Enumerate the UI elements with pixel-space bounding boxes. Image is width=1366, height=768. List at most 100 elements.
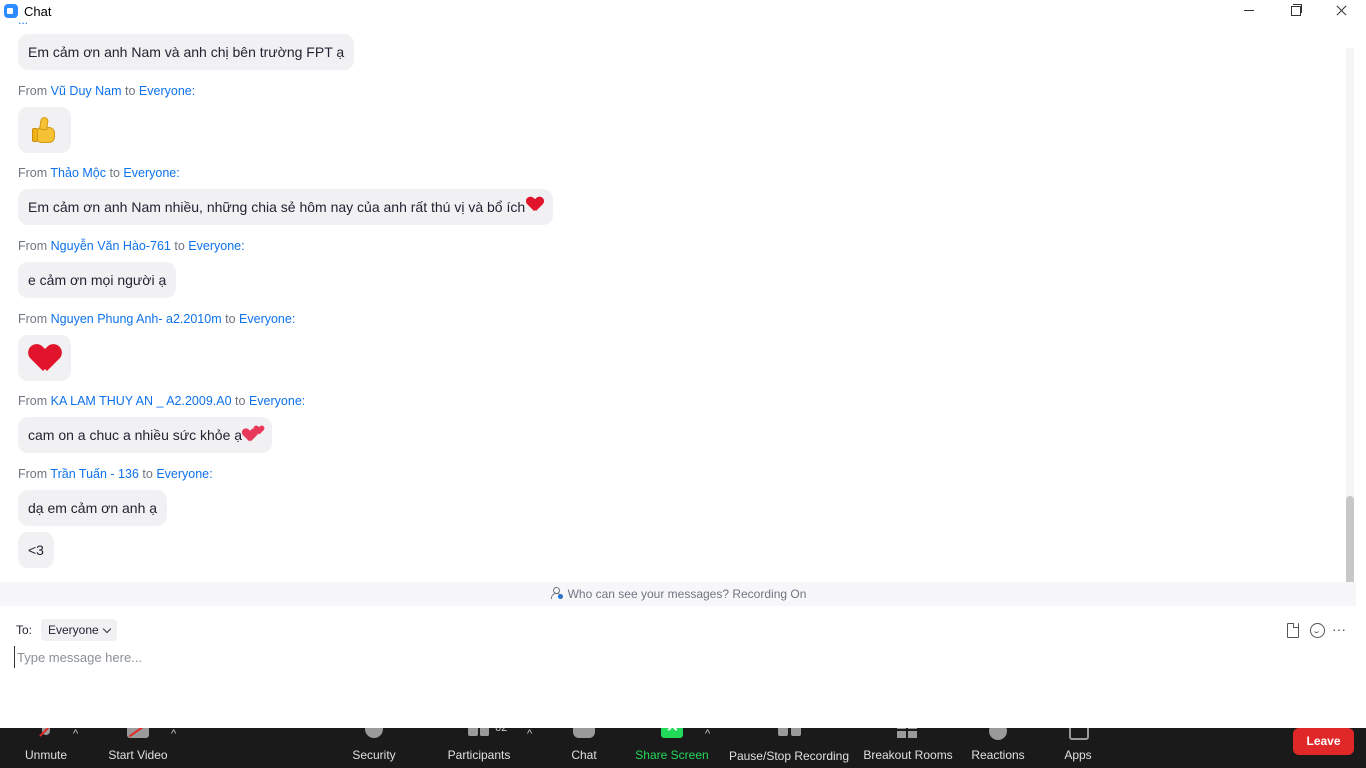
to-label: to (174, 239, 185, 253)
sender-name[interactable]: Nguyễn Văn Hào-761 (51, 239, 171, 253)
muted-mic-icon (35, 728, 57, 738)
audio-options-caret-icon[interactable]: ^ (73, 728, 78, 740)
start-video-label: Start Video (108, 748, 168, 762)
message-visibility-notice[interactable]: Who can see your messages? Recording On (0, 582, 1356, 606)
from-label: From (18, 394, 48, 408)
message-sender-line: From Nguyen Phung Anh- a2.2010m to Every… (18, 312, 295, 326)
leave-button[interactable]: Leave (1293, 728, 1354, 755)
red-heart-icon (30, 345, 60, 371)
thumbs-up-icon (31, 116, 59, 144)
chat-message-list[interactable]: ... Em cảm ơn anh Nam và anh chị bên trư… (0, 22, 1356, 582)
notice-text: Who can see your messages? Recording On (567, 587, 807, 601)
message-bubble[interactable]: Em cảm ơn anh Nam nhiều, những chia sẻ h… (18, 188, 554, 225)
to-label: To: (16, 623, 33, 637)
share-options-caret-icon[interactable]: ^ (705, 728, 710, 740)
message-sender-line: From Thảo Mộc to Everyone: (18, 166, 180, 180)
apps-button[interactable]: Apps (1056, 728, 1100, 768)
participants-options-caret-icon[interactable]: ^ (527, 728, 532, 740)
pause-recording-icon (778, 728, 801, 738)
to-label: to (142, 467, 153, 481)
unmute-label: Unmute (24, 748, 68, 762)
sender-name[interactable]: Vũ Duy Nam (51, 84, 122, 98)
to-label: to (225, 312, 236, 326)
message-text: cam on a chuc a nhiều sức khỏe ạ (28, 427, 243, 443)
message-text: Em cảm ơn anh Nam nhiều, những chia sẻ h… (28, 199, 526, 215)
share-screen-icon (661, 728, 683, 738)
chat-bubble-icon (573, 728, 595, 738)
title-bar: Chat (0, 0, 1366, 22)
breakout-rooms-icon (897, 728, 919, 738)
security-label: Security (352, 748, 396, 762)
message-sender-line: From KA LAM THUY AN _ A2.2009.A0 to Ever… (18, 394, 305, 408)
message-bubble[interactable]: e cảm ơn mọi người ạ (18, 262, 177, 298)
two-hearts-icon (242, 424, 262, 442)
sender-name[interactable]: Nguyen Phung Anh- a2.2010m (51, 312, 222, 326)
recipient-name: Everyone: (138, 84, 196, 98)
recipient-name: Everyone: (156, 467, 213, 481)
from-label: From (18, 239, 48, 253)
sender-name[interactable]: KA LAM THUY AN _ A2.2009.A0 (51, 394, 232, 408)
shield-icon (365, 728, 383, 738)
window-title: Chat (24, 4, 52, 19)
message-bubble[interactable]: <3 (18, 532, 54, 568)
participants-label: Participants (447, 748, 511, 762)
security-button[interactable]: Security (344, 728, 404, 768)
compose-area: To: Everyone ··· (0, 606, 1366, 728)
from-label: From (18, 84, 48, 98)
message-input[interactable] (14, 646, 1344, 668)
meeting-toolbar: Unmute ^ Start Video ^ Security Particip… (0, 728, 1366, 768)
recording-label: Pause/Stop Recording (728, 749, 850, 763)
start-video-button[interactable]: Start Video (104, 728, 172, 768)
message-bubble[interactable] (18, 107, 71, 153)
emoji-icon[interactable] (1309, 622, 1325, 638)
chat-button[interactable]: Chat (560, 728, 608, 768)
to-label: to (235, 394, 246, 408)
from-label: From (18, 312, 48, 326)
recipient-name: Everyone: (239, 312, 296, 326)
reactions-button[interactable]: Reactions (968, 728, 1028, 768)
pause-stop-recording-button[interactable]: Pause/Stop Recording (728, 728, 850, 768)
participants-count: 62 (495, 728, 508, 734)
message-bubble[interactable]: Em cảm ơn anh Nam và anh chị bên trường … (18, 34, 355, 70)
message-sender-line: From Vũ Duy Nam to Everyone: (18, 84, 195, 98)
participants-icon (468, 728, 490, 738)
smiley-reaction-icon (989, 728, 1007, 740)
from-label: From (18, 467, 48, 481)
share-screen-button[interactable]: Share Screen (634, 728, 710, 768)
recipient-name: Everyone: (188, 239, 245, 253)
recipient-dropdown[interactable]: Everyone (41, 619, 117, 641)
to-label: to (125, 84, 136, 98)
recipient-name: Everyone: (248, 394, 306, 408)
to-label: to (109, 166, 120, 180)
reactions-label: Reactions (971, 748, 1025, 762)
close-button[interactable] (1318, 0, 1364, 22)
red-heart-icon (527, 188, 543, 224)
message-sender-line: From Nguyễn Văn Hào-761 to Everyone: (18, 239, 245, 253)
message-bubble[interactable] (18, 335, 71, 381)
minimize-button[interactable] (1226, 0, 1272, 22)
chat-scrollbar-thumb[interactable] (1346, 496, 1354, 582)
zoom-camera-icon (4, 4, 18, 18)
sender-name[interactable]: Trần Tuấn - 136 (50, 467, 138, 481)
video-options-caret-icon[interactable]: ^ (171, 728, 176, 740)
share-screen-label: Share Screen (635, 748, 709, 762)
sender-name[interactable]: Thảo Mộc (50, 166, 106, 180)
apps-icon (1067, 728, 1089, 740)
unmute-button[interactable]: Unmute (16, 728, 76, 768)
video-off-icon (127, 728, 149, 738)
message-sender-line: From Trần Tuấn - 136 to Everyone: (18, 467, 213, 481)
message-bubble[interactable]: cam on a chuc a nhiều sức khỏe ạ (18, 417, 273, 453)
more-options-icon[interactable]: ··· (1332, 622, 1348, 638)
person-visibility-icon (550, 587, 563, 599)
restore-button[interactable] (1272, 0, 1318, 22)
breakout-rooms-label: Breakout Rooms (863, 748, 953, 762)
breakout-rooms-button[interactable]: Breakout Rooms (862, 728, 954, 768)
recipient-name: Everyone: (123, 166, 180, 180)
recipient-value: Everyone (48, 623, 99, 637)
file-icon[interactable] (1284, 622, 1300, 638)
participants-button[interactable]: Participants (444, 728, 514, 768)
chevron-down-icon (102, 624, 111, 634)
from-label: From (18, 166, 48, 180)
cut-off-sender-line: ... (18, 22, 28, 27)
message-bubble[interactable]: dạ em cảm ơn anh ạ (18, 490, 168, 526)
